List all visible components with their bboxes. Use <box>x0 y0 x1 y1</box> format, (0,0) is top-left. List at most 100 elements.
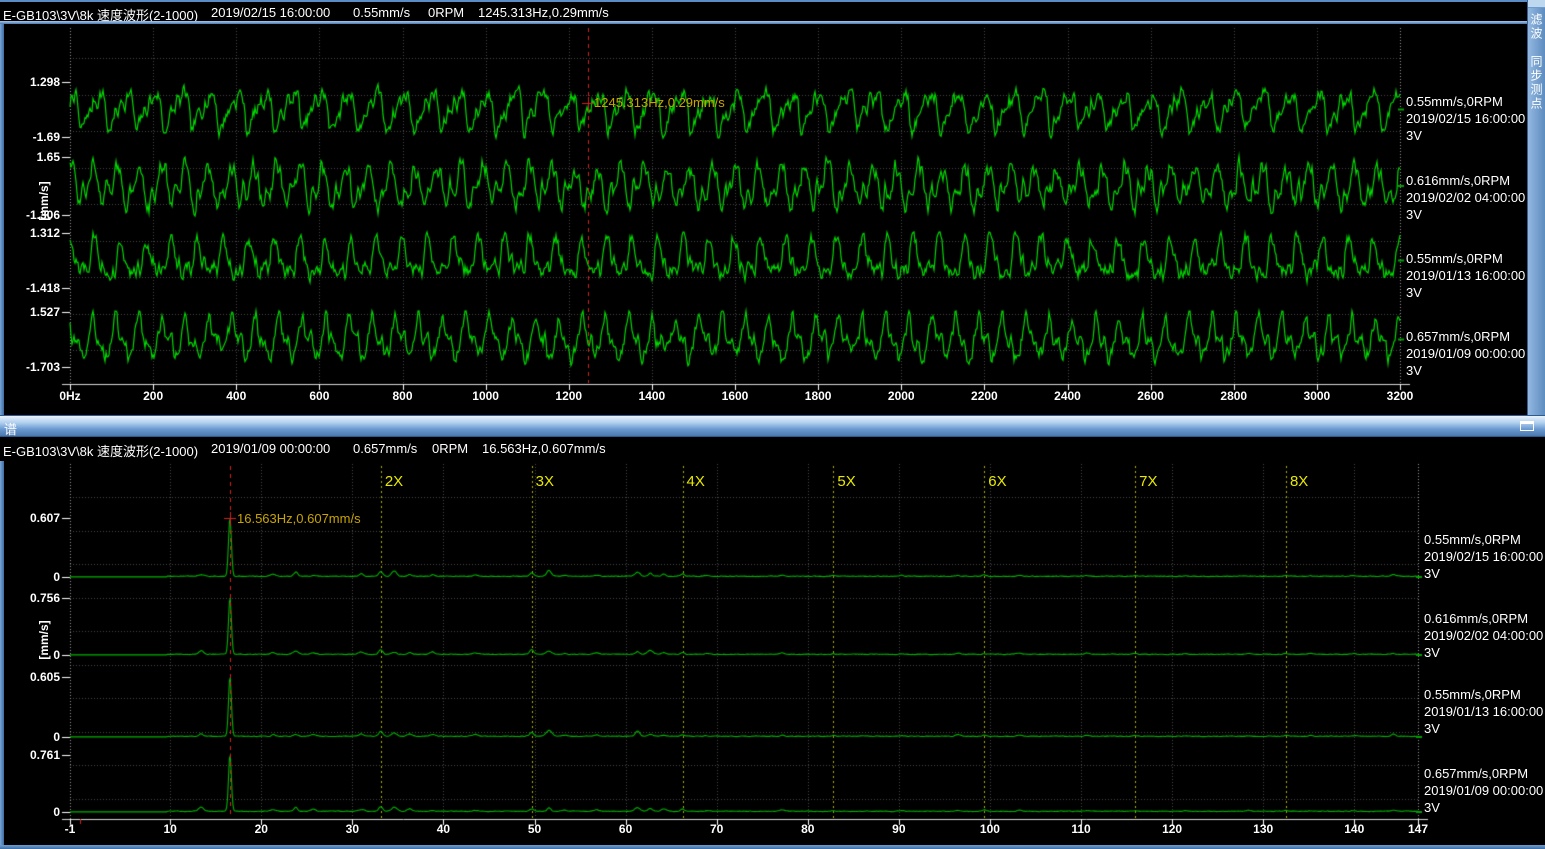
spectrum-header-amplitude: 0.657mm/s <box>353 441 417 456</box>
trace-info-label: 3V <box>1406 206 1422 223</box>
y-axis-label: 0 <box>53 805 60 819</box>
x-tick-label: 1400 <box>639 389 666 403</box>
y-axis-label: 1.527 <box>30 305 60 319</box>
x-tick-label: 2600 <box>1137 389 1164 403</box>
x-tick-label: 0Hz <box>59 389 80 403</box>
x-tick-label: 140 <box>1344 822 1364 836</box>
trace-info-label: 2019/01/13 16:00:00 <box>1406 267 1525 284</box>
x-tick-label: 800 <box>392 389 412 403</box>
x-tick-label: 2400 <box>1054 389 1081 403</box>
trace-info-label: 3V <box>1424 799 1440 816</box>
waveform-header-cursor-readout: 1245.313Hz,0.29mm/s <box>478 5 609 20</box>
x-tick-label: 100 <box>980 822 1000 836</box>
y-axis-label: -1.418 <box>26 281 60 295</box>
x-tick-label: 1600 <box>722 389 749 403</box>
trace-info-label: 3V <box>1406 362 1422 379</box>
x-tick-label: 60 <box>619 822 632 836</box>
x-tick-label: 120 <box>1162 822 1182 836</box>
trace-info-label: 3V <box>1424 644 1440 661</box>
y-axis-label: 1.298 <box>30 75 60 89</box>
harmonic-label: 5X <box>837 473 855 490</box>
x-tick-label: 400 <box>226 389 246 403</box>
cursor-annotation: 1245.313Hz,0.29mm/s <box>594 95 725 110</box>
harmonic-label: 8X <box>1290 473 1308 490</box>
y-axis-label: -1.703 <box>26 360 60 374</box>
filter-button[interactable]: 滤波 <box>1528 13 1545 41</box>
trace-info-label: 2019/02/15 16:00:00 <box>1424 548 1543 565</box>
x-tick-label: 110 <box>1071 822 1090 836</box>
spectrum-header-rpm: 0RPM <box>432 441 468 456</box>
trace-info-label: 0.55mm/s,0RPM <box>1406 93 1503 110</box>
y-axis-label: -1.69 <box>33 130 60 144</box>
x-tick-label: 70 <box>710 822 723 836</box>
trace-info-label: 2019/01/09 00:00:00 <box>1406 345 1525 362</box>
trace-info-label: 0.657mm/s,0RPM <box>1406 328 1510 345</box>
harmonic-label: 3X <box>536 473 554 490</box>
window-border <box>0 0 1545 2</box>
waveform-header-rpm: 0RPM <box>428 5 464 20</box>
x-tick-label: 20 <box>255 822 268 836</box>
y-axis-label: 0 <box>53 730 60 744</box>
harmonic-label: 2X <box>385 473 403 490</box>
x-tick-label: 1000 <box>472 389 499 403</box>
x-tick-label: 1800 <box>805 389 832 403</box>
cursor-annotation: 16.563Hz,0.607mm/s <box>237 511 361 526</box>
x-tick-label: 2200 <box>971 389 998 403</box>
trace-info-label: 0.616mm/s,0RPM <box>1424 610 1528 627</box>
y-axis-label: 0 <box>53 570 60 584</box>
toolbar-cap <box>1528 0 1545 8</box>
x-tick-label: 10 <box>164 822 177 836</box>
trace-info-label: 0.55mm/s,0RPM <box>1406 250 1503 267</box>
trace-info-label: 3V <box>1424 720 1440 737</box>
window-border <box>0 24 4 415</box>
x-tick-label: 130 <box>1253 822 1273 836</box>
trace-info-label: 2019/02/02 04:00:00 <box>1424 627 1543 644</box>
harmonic-label: 7X <box>1139 473 1157 490</box>
waveform-header-amplitude: 0.55mm/s <box>353 5 410 20</box>
trace-info-label: 2019/02/02 04:00:00 <box>1406 189 1525 206</box>
y-axis-label: 0.761 <box>30 748 60 762</box>
y-axis-label: 0.607 <box>30 511 60 525</box>
x-tick-label: 600 <box>309 389 329 403</box>
harmonic-label: 4X <box>687 473 705 490</box>
x-tick-label: 2000 <box>888 389 915 403</box>
trace-info-label: 2019/01/13 16:00:00 <box>1424 703 1543 720</box>
x-tick-label: 1200 <box>555 389 582 403</box>
x-tick-label: 90 <box>892 822 905 836</box>
x-tick-label: 3200 <box>1387 389 1414 403</box>
window-border <box>0 461 4 845</box>
window-border <box>0 845 1545 849</box>
trace-info-label: 3V <box>1406 284 1422 301</box>
x-tick-label: 147 <box>1408 822 1428 836</box>
y-axis-label: -1.306 <box>26 208 60 222</box>
trace-info-label: 0.55mm/s,0RPM <box>1424 531 1521 548</box>
spectrum-tab-label: 谱 <box>4 419 17 438</box>
x-tick-label: 2800 <box>1220 389 1247 403</box>
y-axis-label: 1.312 <box>30 226 60 240</box>
x-tick-label: -1 <box>65 822 76 836</box>
right-toolbar: 滤波 同步测点 <box>1527 0 1545 415</box>
spectrum-header-cursor-readout: 16.563Hz,0.607mm/s <box>482 441 606 456</box>
header-separator <box>0 21 1527 24</box>
y-axis-label: 0.756 <box>30 591 60 605</box>
trace-info-label: 0.657mm/s,0RPM <box>1424 765 1528 782</box>
x-tick-label: 200 <box>143 389 163 403</box>
trace-info-label: 0.55mm/s,0RPM <box>1424 686 1521 703</box>
y-axis-label: 1.65 <box>37 150 60 164</box>
trace-info-label: 0.616mm/s,0RPM <box>1406 172 1510 189</box>
x-tick-label: 50 <box>528 822 541 836</box>
restore-icon[interactable] <box>1520 421 1534 431</box>
y-unit-label: [mm/s] <box>37 620 51 659</box>
trace-info-label: 2019/02/15 16:00:00 <box>1406 110 1525 127</box>
spectrum-panel-header: E-GB103\3V\8k 速度波形(2-1000) 2019/01/09 00… <box>0 438 1545 458</box>
x-tick-label: 40 <box>437 822 450 836</box>
harmonic-label: 6X <box>988 473 1006 490</box>
spectrum-header-title: E-GB103\3V\8k 速度波形(2-1000) <box>3 441 198 460</box>
panel-splitter[interactable]: 谱 <box>0 415 1545 437</box>
sync-points-button[interactable]: 同步测点 <box>1528 55 1545 111</box>
waveform-header-datetime: 2019/02/15 16:00:00 <box>211 5 330 20</box>
x-tick-label: 80 <box>801 822 814 836</box>
vibration-analysis-window: E-GB103\3V\8k 速度波形(2-1000) 2019/02/15 16… <box>0 0 1545 849</box>
waveform-panel-header: E-GB103\3V\8k 速度波形(2-1000) 2019/02/15 16… <box>0 2 1527 22</box>
y-axis-label: 0.605 <box>30 670 60 684</box>
